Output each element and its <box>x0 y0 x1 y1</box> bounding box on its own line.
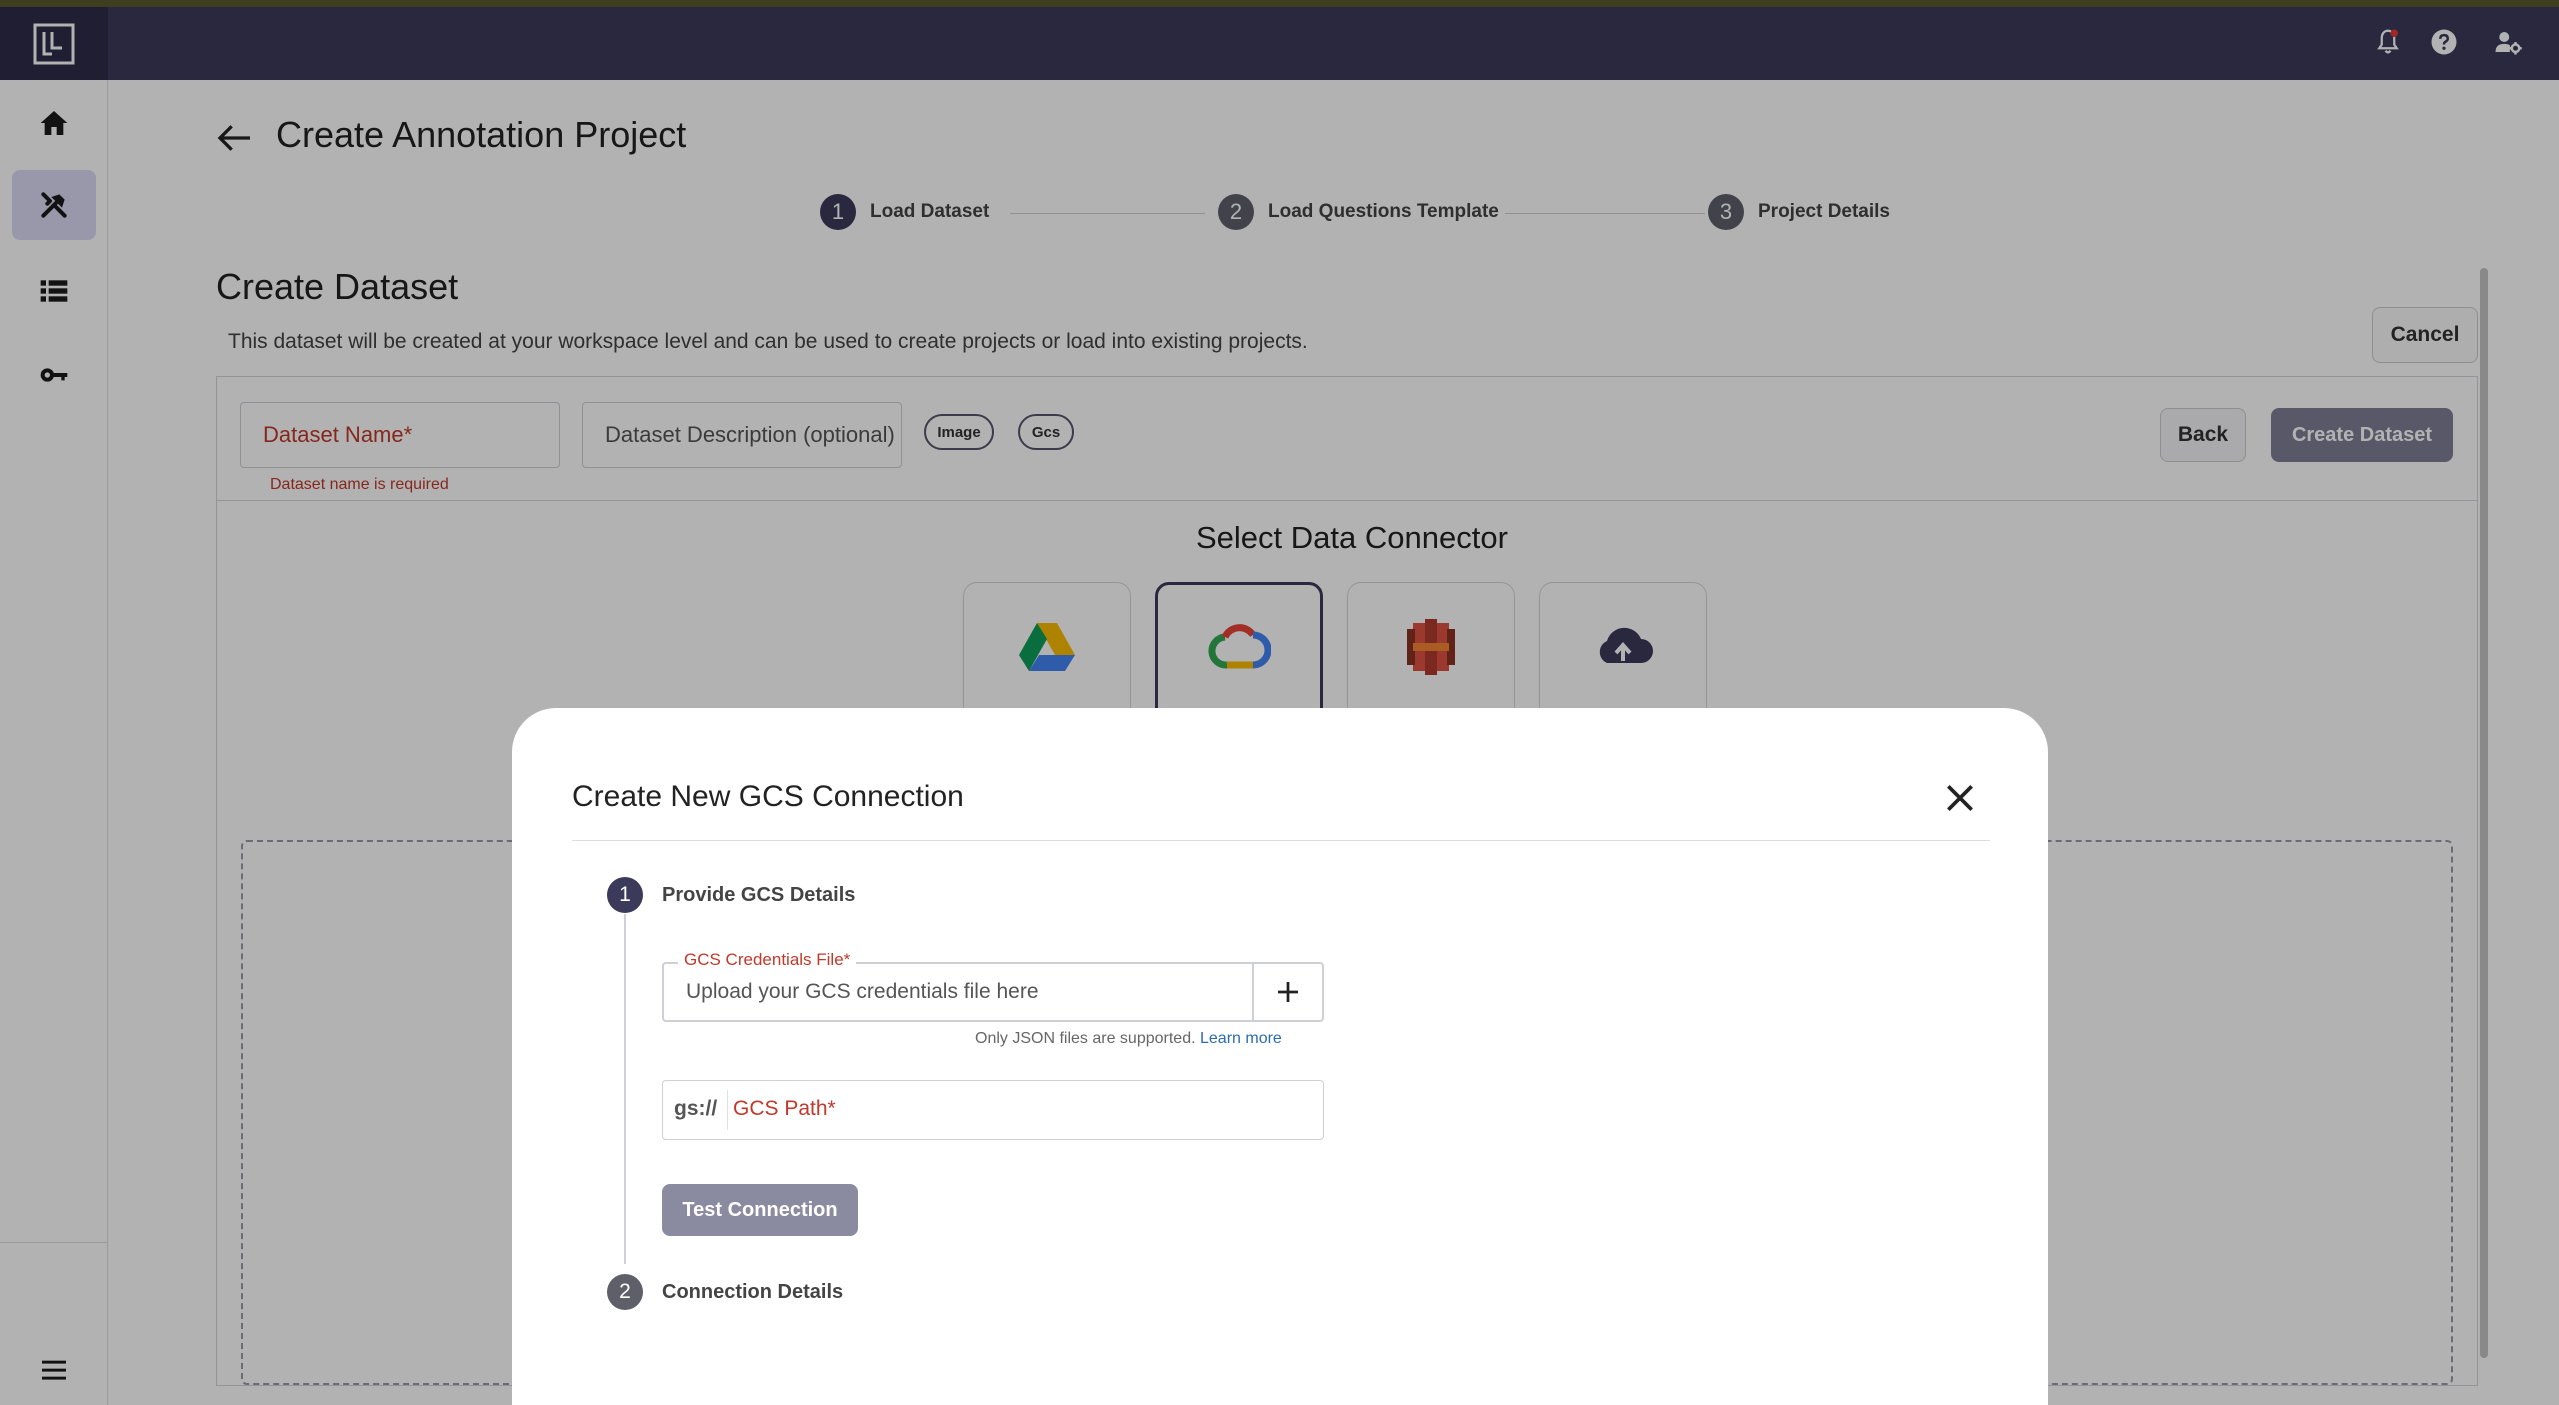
modal-step-number: 2 <box>607 1274 643 1310</box>
plus-icon <box>1278 982 1298 1002</box>
credentials-help-text: Only JSON files are supported. <box>975 1030 1196 1047</box>
modal-title: Create New GCS Connection <box>572 780 964 813</box>
test-connection-button[interactable]: Test Connection <box>662 1184 858 1236</box>
modal-step-label: Connection Details <box>662 1281 844 1303</box>
gcs-path-input[interactable]: GCS Path* <box>733 1097 836 1121</box>
modal-step-number: 1 <box>607 877 643 913</box>
gcs-credentials-placeholder: Upload your GCS credentials file here <box>686 980 1039 1003</box>
learn-more-link[interactable]: Learn more <box>1200 1030 1282 1047</box>
gcs-path-prefix: gs:// <box>674 1097 718 1120</box>
gcs-credentials-label: GCS Credentials File* <box>678 950 857 970</box>
modal-step-label: Provide GCS Details <box>662 884 856 906</box>
close-icon[interactable] <box>1940 778 1980 818</box>
upload-credentials-button[interactable] <box>1252 964 1322 1020</box>
modal-stepper-line <box>624 914 626 1264</box>
credentials-help: Only JSON files are supported. Learn mor… <box>975 1030 1282 1048</box>
gcs-path-separator <box>727 1090 728 1130</box>
modal-divider <box>572 840 1990 841</box>
